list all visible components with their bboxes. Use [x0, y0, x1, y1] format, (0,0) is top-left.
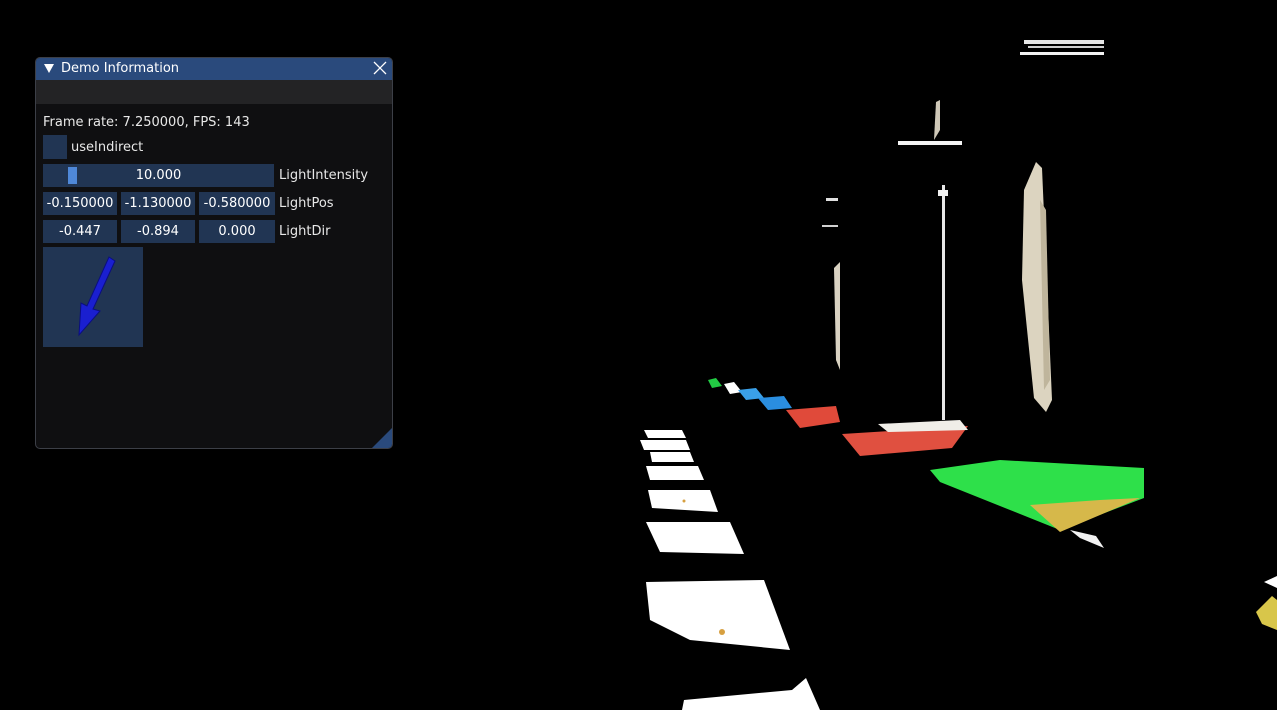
scene-pole-cap [938, 190, 948, 196]
collapse-triangle-icon[interactable] [44, 64, 54, 73]
light-pos-y-field[interactable]: -1.130000 [121, 192, 195, 215]
scene-pole [942, 185, 945, 420]
light-intensity-label: LightIntensity [279, 168, 369, 183]
light-dir-label: LightDir [279, 224, 331, 239]
light-pos-label: LightPos [279, 196, 334, 211]
frame-rate-text: Frame rate: 7.250000, FPS: 143 [43, 115, 250, 130]
window-menu-bar [36, 80, 392, 104]
light-pos-z-field[interactable]: -0.580000 [199, 192, 275, 215]
light-dir-y-field[interactable]: -0.894 [121, 220, 195, 243]
use-indirect-checkbox[interactable] [43, 135, 67, 159]
scene-colored-tiles [708, 378, 1277, 630]
scene-top-beam [1020, 40, 1104, 55]
light-direction-gizmo[interactable] [43, 247, 143, 347]
demo-information-window[interactable]: Demo Information Frame rate: 7.250000, F… [35, 57, 393, 449]
use-indirect-label: useIndirect [71, 140, 144, 155]
blue-arrow-icon [78, 256, 116, 337]
light-pos-x-field[interactable]: -0.150000 [43, 192, 117, 215]
scene-ledge [826, 198, 838, 201]
scene-pillar-cap [898, 141, 962, 145]
close-button[interactable] [372, 60, 388, 76]
scene-floor-highlights [640, 430, 820, 710]
window-title: Demo Information [61, 61, 180, 76]
light-dir-z-field[interactable]: 0.000 [199, 220, 275, 243]
light-dir-x-field[interactable]: -0.447 [43, 220, 117, 243]
resize-grip[interactable] [372, 428, 392, 448]
scene-left-pillar-edge [834, 262, 840, 370]
window-title-bar[interactable]: Demo Information [36, 58, 392, 80]
light-intensity-slider[interactable]: 10.000 [43, 164, 274, 187]
close-icon [373, 61, 387, 75]
light-intensity-value: 10.000 [135, 168, 182, 183]
scene-ledge-2 [822, 225, 838, 227]
scene-pillar-top [934, 100, 940, 140]
